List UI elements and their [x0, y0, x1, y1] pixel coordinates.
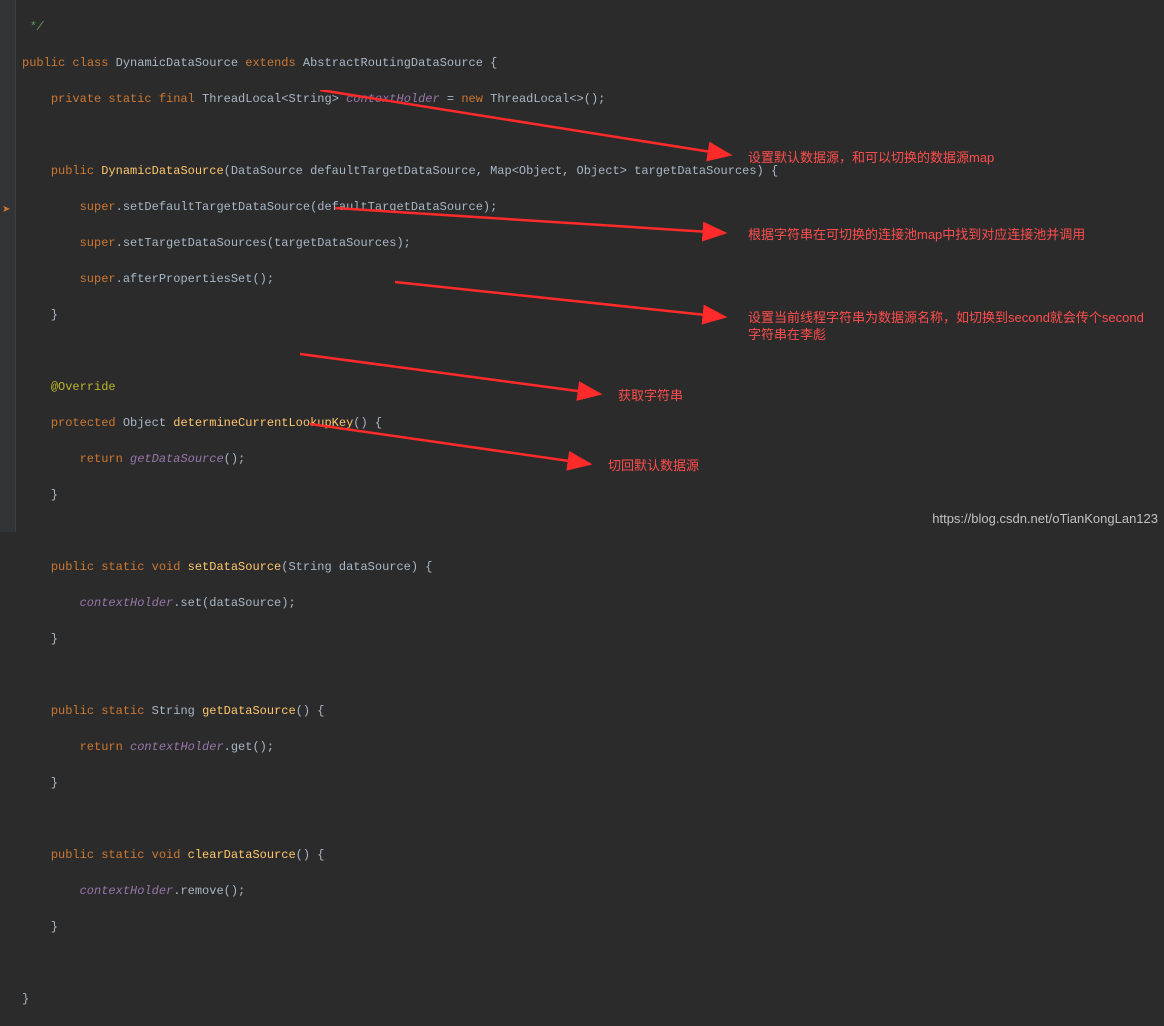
kw-protected: protected — [51, 416, 116, 430]
class-name: DynamicDataSource — [116, 56, 238, 70]
kw-super-3: super — [80, 272, 116, 286]
code-editor[interactable]: */ public class DynamicDataSource extend… — [18, 0, 1164, 532]
field-ref-3: contextHolder — [80, 884, 174, 898]
field-modifiers: private static final — [51, 92, 195, 106]
method-cleardatasource: clearDataSource — [188, 848, 296, 862]
method-determine: determineCurrentLookupKey — [173, 416, 353, 430]
mods-ps: public static — [51, 704, 145, 718]
ctor-mod: public — [51, 164, 94, 178]
method-getdatasource: getDataSource — [202, 704, 296, 718]
kw-class: class — [72, 56, 108, 70]
kw-super-2: super — [80, 236, 116, 250]
return-type-string: String — [152, 704, 195, 718]
kw-new: new — [461, 92, 483, 106]
field-ref-1: contextHolder — [80, 596, 174, 610]
call-afterprops: afterPropertiesSet — [123, 272, 253, 286]
watermark-text: https://blog.csdn.net/oTianKongLan123 — [932, 509, 1158, 529]
annotation-4: 获取字符串 — [618, 388, 683, 405]
call-getdatasource: getDataSource — [130, 452, 224, 466]
ctor-call: ThreadLocal<>(); — [490, 92, 605, 106]
field-type: ThreadLocal<String> — [202, 92, 339, 106]
kw-super-1: super — [80, 200, 116, 214]
gutter-caret-icon: ➤ — [2, 203, 10, 218]
annotation-1: 设置默认数据源，和可以切换的数据源map — [748, 150, 994, 167]
call-settarget: setTargetDataSources — [123, 236, 267, 250]
call-setdefault: setDefaultTargetDataSource — [123, 200, 310, 214]
mods-psv-1: public static void — [51, 560, 181, 574]
annotation-5: 切回默认数据源 — [608, 458, 699, 475]
field-name: contextHolder — [346, 92, 440, 106]
editor-gutter — [0, 0, 16, 532]
field-ref-2: contextHolder — [130, 740, 224, 754]
kw-return-1: return — [80, 452, 123, 466]
kw-extends: extends — [245, 56, 295, 70]
return-type-object: Object — [123, 416, 166, 430]
kw-return-2: return — [80, 740, 123, 754]
ctor-params: (DataSource defaultTargetDataSource, Map… — [224, 164, 779, 178]
comment-end: */ — [22, 20, 44, 34]
ctor-name: DynamicDataSource — [101, 164, 223, 178]
kw-public: public — [22, 56, 65, 70]
annotation-override: @Override — [51, 380, 116, 394]
method-setdatasource: setDataSource — [188, 560, 282, 574]
mods-psv-2: public static void — [51, 848, 181, 862]
superclass-name: AbstractRoutingDataSource — [303, 56, 483, 70]
annotation-3: 设置当前线程字符串为数据源名称，如切换到second就会传个second字符串在… — [748, 310, 1148, 344]
annotation-2: 根据字符串在可切换的连接池map中找到对应连接池并调用 — [748, 227, 1085, 244]
